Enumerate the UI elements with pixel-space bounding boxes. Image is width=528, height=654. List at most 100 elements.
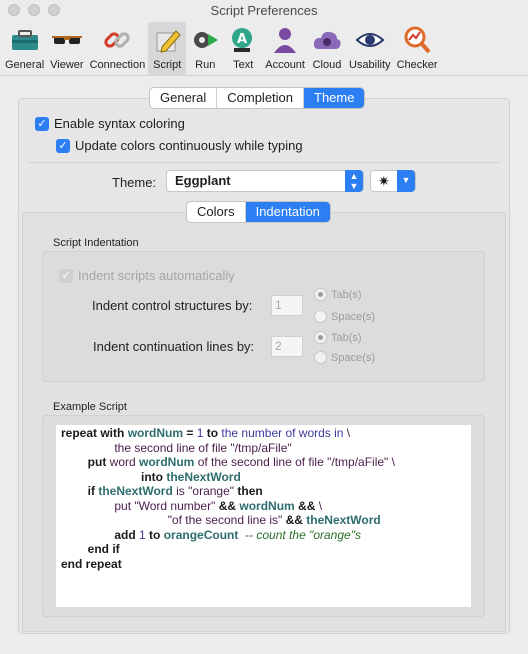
code-line: end repeat — [61, 557, 466, 572]
toolbar-checker[interactable]: Checker — [394, 22, 441, 76]
code-token: is — [172, 484, 189, 498]
theme-label: Theme: — [112, 175, 157, 190]
code-token: into — [141, 469, 167, 484]
code-token: of the second line of file — [194, 455, 328, 469]
code-token: "/tmp/aFile" — [327, 455, 389, 469]
example-script-title: Example Script — [53, 401, 127, 413]
toolbar-cloud[interactable]: Cloud — [308, 22, 346, 76]
code-line: "of the second line is" && theNextWord — [61, 513, 466, 528]
code-token: end if — [87, 542, 120, 556]
code-token: \ — [318, 498, 323, 513]
code-token: to — [145, 527, 164, 542]
radio-dot-icon — [314, 288, 327, 301]
code-token: put — [87, 455, 110, 469]
code-token: repeat with — [61, 426, 128, 440]
tab-completion[interactable]: Completion — [217, 88, 305, 108]
continuation-spaces-radio[interactable]: Space(s) — [314, 351, 375, 364]
subtab-bar: Colors Indentation — [186, 201, 331, 223]
theme-options-popup[interactable]: ✷ ▼ — [370, 170, 416, 192]
code-token: theNextWord — [166, 469, 241, 484]
tab-colors[interactable]: Colors — [187, 202, 246, 222]
code-token: word — [109, 455, 140, 469]
minimize-window-button[interactable] — [28, 4, 40, 16]
tab-theme[interactable]: Theme — [304, 88, 365, 108]
control-structures-input[interactable]: 1 — [271, 295, 303, 316]
code-token: && — [282, 513, 307, 527]
toolbar-usability[interactable]: Usability — [346, 22, 394, 76]
code-token: end repeat — [61, 556, 122, 571]
code-token: wordNum — [139, 455, 195, 469]
checkmark-icon: ✓ — [35, 116, 49, 131]
code-line: put word wordNum of the second line of f… — [61, 455, 466, 470]
gear-run-icon — [189, 24, 221, 56]
radio-dot-icon — [314, 351, 327, 364]
tab-general[interactable]: General — [150, 88, 218, 108]
indent-automatically-checkbox[interactable]: ✓ Indent scripts automatically — [59, 268, 235, 283]
code-line: add 1 to orangeCount -- count the "orang… — [61, 528, 466, 543]
code-token: && — [294, 498, 319, 513]
continuation-lines-input[interactable]: 2 — [271, 336, 303, 357]
control-spaces-radio[interactable]: Space(s) — [314, 310, 375, 323]
code-line: if theNextWord is "orange" then — [61, 484, 466, 499]
chevron-down-icon: ▼ — [397, 170, 415, 192]
code-token: then — [234, 484, 263, 498]
pencil-icon — [151, 24, 183, 56]
toolbar-connection[interactable]: Connection — [87, 22, 149, 76]
link-icon — [101, 24, 133, 56]
code-token: && — [215, 498, 240, 513]
window-title: Script Preferences — [210, 3, 318, 18]
script-indentation-title: Script Indentation — [53, 237, 139, 249]
enable-syntax-coloring-checkbox[interactable]: ✓ Enable syntax coloring — [35, 116, 185, 131]
code-token: "of the second line is" — [167, 513, 283, 527]
code-token: add — [114, 527, 140, 542]
toolbar-script[interactable]: Script — [148, 22, 187, 76]
continuation-lines-label: Indent continuation lines by: — [93, 339, 255, 354]
checkmark-icon: ✓ — [56, 138, 70, 153]
code-token: 1 — [139, 527, 146, 542]
code-token: "Word number" — [134, 498, 216, 513]
toolbar-account[interactable]: Account — [262, 22, 308, 76]
code-token: the second line of file — [61, 440, 231, 455]
control-tabs-radio[interactable]: Tab(s) — [314, 288, 362, 301]
code-token: "orange" — [188, 484, 235, 498]
radio-dot-icon — [314, 331, 327, 344]
example-script-code: repeat with wordNum = 1 to the number of… — [56, 425, 471, 607]
code-token: wordNum — [239, 498, 295, 513]
tab-indentation[interactable]: Indentation — [245, 202, 330, 222]
code-line: put "Word number" && wordNum && \ — [61, 499, 466, 514]
toolbox-icon — [9, 24, 41, 56]
code-line: repeat with wordNum = 1 to the number of… — [61, 426, 466, 441]
code-token: orangeCount — [163, 527, 239, 542]
toolbar-viewer[interactable]: Viewer — [47, 22, 86, 76]
radio-dot-icon — [314, 310, 327, 323]
chevron-updown-icon: ▲ ▼ — [345, 170, 363, 192]
code-token: theNextWord — [98, 484, 173, 498]
magnifier-icon — [401, 24, 433, 56]
code-token: -- count the "orange"s — [238, 527, 361, 542]
code-token: if — [87, 484, 99, 498]
preferences-toolbar: General Viewer Connection Script Run A T… — [0, 22, 528, 76]
code-token: "/tmp/aFile" — [230, 440, 292, 455]
zoom-window-button[interactable] — [48, 4, 60, 16]
glasses-icon — [51, 24, 83, 56]
code-line: the second line of file "/tmp/aFile" — [61, 441, 466, 456]
code-line: end if — [61, 542, 466, 557]
code-token: wordNum — [127, 426, 184, 440]
checkmark-icon: ✓ — [59, 268, 73, 283]
update-colors-checkbox[interactable]: ✓ Update colors continuously while typin… — [56, 138, 303, 153]
code-token: put — [114, 498, 135, 513]
toolbar-general[interactable]: General — [2, 22, 47, 76]
theme-popup[interactable]: Eggplant ▲ ▼ — [166, 170, 364, 192]
close-window-button[interactable] — [8, 4, 20, 16]
cloud-icon — [311, 24, 343, 56]
toolbar-text[interactable]: A Text — [224, 22, 262, 76]
toolbar-run[interactable]: Run — [186, 22, 224, 76]
continuation-tabs-radio[interactable]: Tab(s) — [314, 331, 362, 344]
